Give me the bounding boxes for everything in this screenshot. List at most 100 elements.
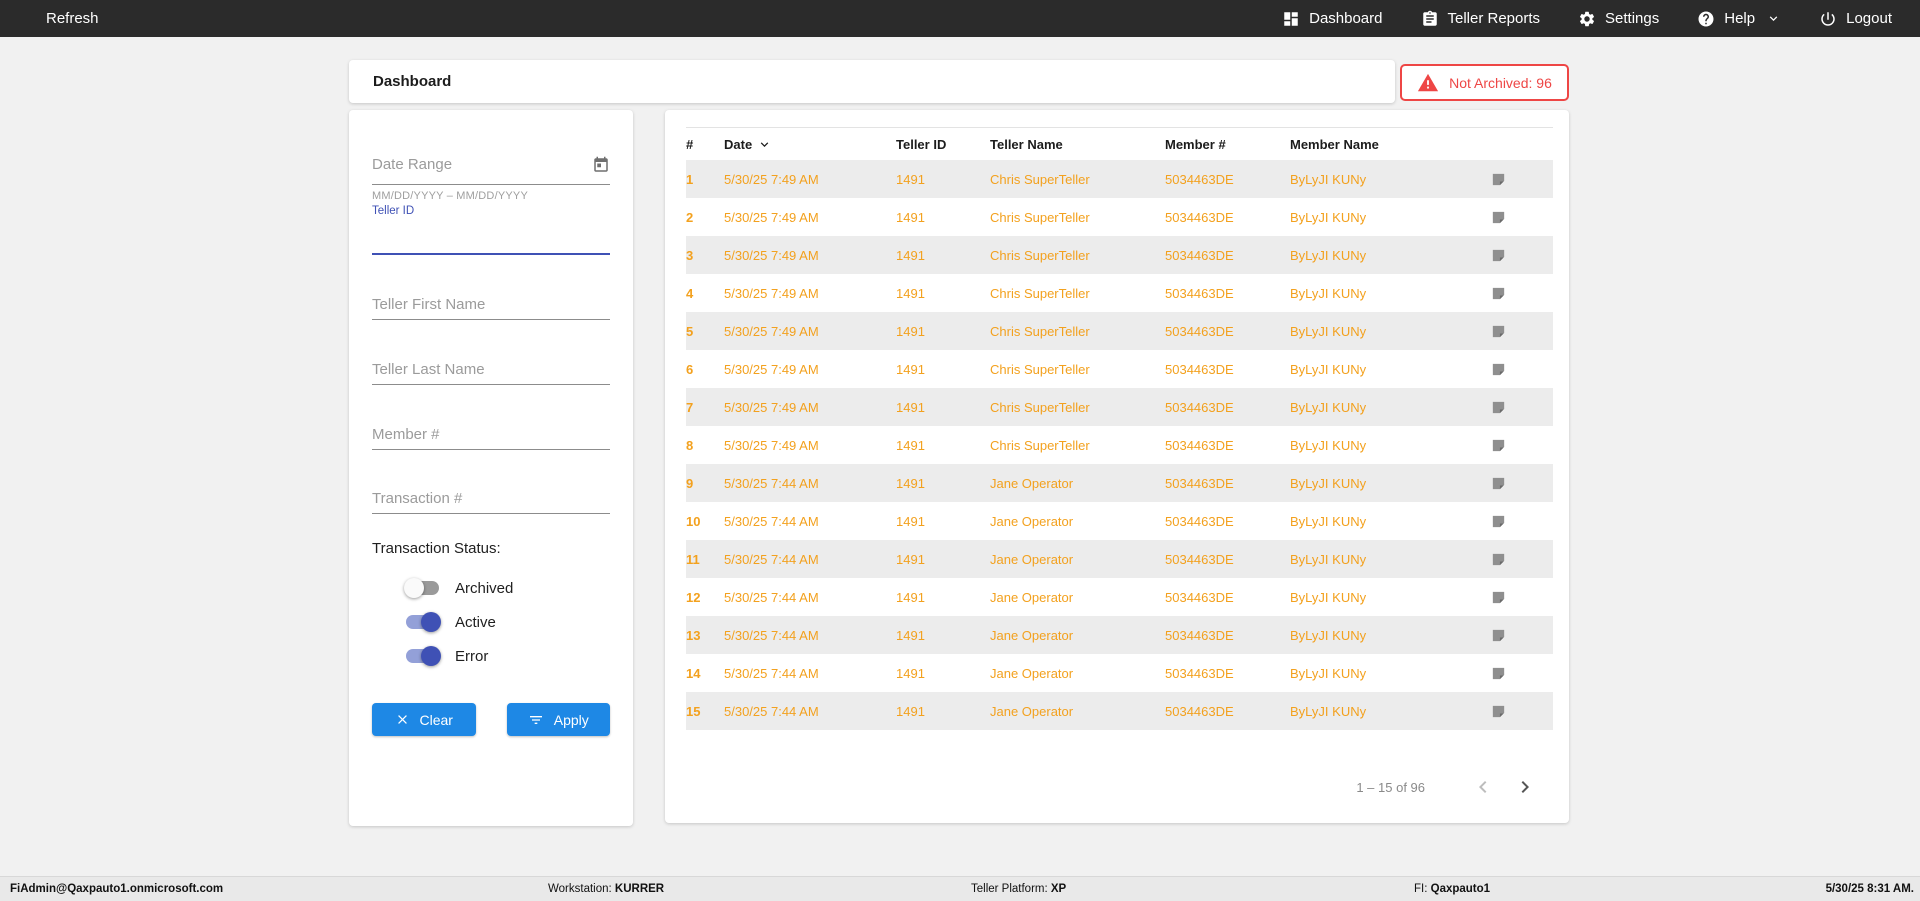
table-row[interactable]: 10 5/30/25 7:44 AM 1491 Jane Operator 503446… bbox=[686, 502, 1553, 540]
table-row[interactable]: 13 5/30/25 7:44 AM 1491 Jane Operator 503446… bbox=[686, 616, 1553, 654]
next-page-button[interactable] bbox=[1513, 775, 1537, 799]
note-icon[interactable] bbox=[1490, 665, 1507, 682]
cell-teller-id: 1491 bbox=[896, 703, 925, 719]
table-row[interactable]: 1 5/30/25 7:49 AM 1491 Chris SuperTeller 503… bbox=[686, 160, 1553, 198]
nav-item-dashboard[interactable]: Dashboard bbox=[1282, 10, 1383, 28]
note-icon[interactable] bbox=[1490, 551, 1507, 568]
table-row[interactable]: 9 5/30/25 7:44 AM 1491 Jane Operator 5034463… bbox=[686, 464, 1553, 502]
teller-id-input[interactable] bbox=[372, 230, 610, 247]
table-row[interactable]: 3 5/30/25 7:49 AM 1491 Chris SuperTeller 503… bbox=[686, 236, 1553, 274]
cell-teller-id: 1491 bbox=[896, 513, 925, 529]
note-cell bbox=[1490, 513, 1553, 530]
note-icon[interactable] bbox=[1490, 589, 1507, 606]
column-header-date[interactable]: Date bbox=[724, 137, 896, 152]
cell-teller-id: 1491 bbox=[896, 437, 925, 453]
cell-row-number: 5 bbox=[686, 323, 694, 339]
table-row[interactable]: 4 5/30/25 7:49 AM 1491 Chris SuperTeller 503… bbox=[686, 274, 1553, 312]
note-icon[interactable] bbox=[1490, 513, 1507, 530]
toggle-row-archived: Archived bbox=[372, 571, 610, 605]
note-icon[interactable] bbox=[1490, 627, 1507, 644]
column-header--: # bbox=[686, 136, 694, 152]
cell-teller-name: Chris SuperTeller bbox=[990, 171, 1090, 187]
column-header-teller-id: Teller ID bbox=[896, 136, 947, 152]
cell-date: 5/30/25 7:49 AM bbox=[724, 361, 819, 377]
table-row[interactable]: 14 5/30/25 7:44 AM 1491 Jane Operator 503446… bbox=[686, 654, 1553, 692]
note-cell bbox=[1490, 361, 1553, 378]
note-icon[interactable] bbox=[1490, 285, 1507, 302]
calendar-icon[interactable] bbox=[592, 156, 610, 174]
table-row[interactable]: 7 5/30/25 7:49 AM 1491 Chris SuperTeller 503… bbox=[686, 388, 1553, 426]
note-icon[interactable] bbox=[1490, 361, 1507, 378]
column-header-member-name: Member Name bbox=[1290, 136, 1379, 152]
note-icon[interactable] bbox=[1490, 209, 1507, 226]
note-icon[interactable] bbox=[1490, 247, 1507, 264]
note-cell bbox=[1490, 171, 1553, 188]
cell-teller-id: 1491 bbox=[896, 399, 925, 415]
table-header-row: # Date Teller ID Teller Name Member # Member … bbox=[686, 127, 1553, 160]
cell-row-number: 14 bbox=[686, 665, 701, 681]
cell-teller-name: Chris SuperTeller bbox=[990, 209, 1090, 225]
table-row[interactable]: 12 5/30/25 7:44 AM 1491 Jane Operator 503446… bbox=[686, 578, 1553, 616]
note-icon[interactable] bbox=[1490, 437, 1507, 454]
clear-button[interactable]: Clear bbox=[372, 703, 476, 736]
teller-id-field bbox=[372, 217, 610, 255]
chevron-left-icon bbox=[1471, 775, 1495, 799]
cell-member-name: ByLyJI KUNy bbox=[1290, 551, 1367, 567]
cell-member-number: 5034463DE bbox=[1165, 209, 1234, 225]
toggle-active[interactable] bbox=[404, 612, 441, 632]
cell-member-number: 5034463DE bbox=[1165, 589, 1234, 605]
table-row[interactable]: 2 5/30/25 7:49 AM 1491 Chris SuperTeller 503… bbox=[686, 198, 1553, 236]
previous-page-button[interactable] bbox=[1471, 775, 1495, 799]
toggle-archived[interactable] bbox=[404, 578, 441, 598]
toggle-error[interactable] bbox=[404, 646, 441, 666]
nav-item-teller-reports[interactable]: Teller Reports bbox=[1421, 10, 1540, 28]
cell-teller-name: Chris SuperTeller bbox=[990, 399, 1090, 415]
cell-date: 5/30/25 7:44 AM bbox=[724, 665, 819, 681]
apply-button[interactable]: Apply bbox=[506, 703, 610, 736]
cell-row-number: 11 bbox=[686, 551, 700, 567]
clear-x-icon bbox=[395, 712, 410, 727]
note-icon[interactable] bbox=[1490, 475, 1507, 492]
transactions-table-body: 1 5/30/25 7:49 AM 1491 Chris SuperTeller 503… bbox=[665, 160, 1569, 730]
date-range-input[interactable] bbox=[372, 156, 592, 173]
cell-member-name: ByLyJI KUNy bbox=[1290, 589, 1367, 605]
member-number-field bbox=[372, 410, 610, 450]
not-archived-badge[interactable]: Not Archived: 96 bbox=[1400, 64, 1569, 101]
cell-date: 5/30/25 7:49 AM bbox=[724, 323, 819, 339]
table-row[interactable]: 8 5/30/25 7:49 AM 1491 Chris SuperTeller 503… bbox=[686, 426, 1553, 464]
teller-last-name-input[interactable] bbox=[372, 361, 610, 378]
cell-member-name: ByLyJI KUNy bbox=[1290, 361, 1367, 377]
note-icon[interactable] bbox=[1490, 323, 1507, 340]
cell-date: 5/30/25 7:49 AM bbox=[724, 209, 819, 225]
cell-teller-id: 1491 bbox=[896, 323, 925, 339]
toggle-label: Archived bbox=[455, 579, 514, 597]
note-icon[interactable] bbox=[1490, 703, 1507, 720]
filter-sidebar: MM/DD/YYYY – MM/DD/YYYY Teller ID Transa… bbox=[349, 110, 633, 826]
note-icon[interactable] bbox=[1490, 171, 1507, 188]
cell-member-number: 5034463DE bbox=[1165, 399, 1234, 415]
table-row[interactable]: 5 5/30/25 7:49 AM 1491 Chris SuperTeller 503… bbox=[686, 312, 1553, 350]
workstation-value: KURRER bbox=[614, 883, 665, 895]
table-row[interactable]: 6 5/30/25 7:49 AM 1491 Chris SuperTeller 503… bbox=[686, 350, 1553, 388]
note-icon[interactable] bbox=[1490, 399, 1507, 416]
cell-date: 5/30/25 7:49 AM bbox=[724, 247, 819, 263]
nav-item-help[interactable]: Help bbox=[1697, 10, 1781, 28]
table-row[interactable]: 15 5/30/25 7:44 AM 1491 Jane Operator 503446… bbox=[686, 692, 1553, 730]
settings-icon bbox=[1578, 10, 1596, 28]
cell-member-name: ByLyJI KUNy bbox=[1290, 285, 1367, 301]
not-archived-label: Not Archived: 96 bbox=[1449, 74, 1552, 91]
cell-member-name: ByLyJI KUNy bbox=[1290, 209, 1367, 225]
table-row[interactable]: 11 5/30/25 7:44 AM 1491 Jane Operator 503446… bbox=[686, 540, 1553, 578]
transaction-status-toggles: Archived Active Error bbox=[372, 571, 610, 673]
cell-date: 5/30/25 7:49 AM bbox=[724, 285, 819, 301]
cell-member-name: ByLyJI KUNy bbox=[1290, 475, 1367, 491]
nav-item-settings[interactable]: Settings bbox=[1578, 10, 1659, 28]
cell-row-number: 4 bbox=[686, 285, 694, 301]
member-number-input[interactable] bbox=[372, 426, 610, 443]
teller-first-name-input[interactable] bbox=[372, 296, 610, 313]
refresh-button[interactable]: Refresh bbox=[37, 10, 99, 27]
cell-row-number: 10 bbox=[686, 513, 701, 529]
transaction-number-input[interactable] bbox=[372, 490, 610, 507]
nav-item-logout[interactable]: Logout bbox=[1819, 10, 1892, 28]
nav-item-label: Help bbox=[1724, 10, 1756, 27]
